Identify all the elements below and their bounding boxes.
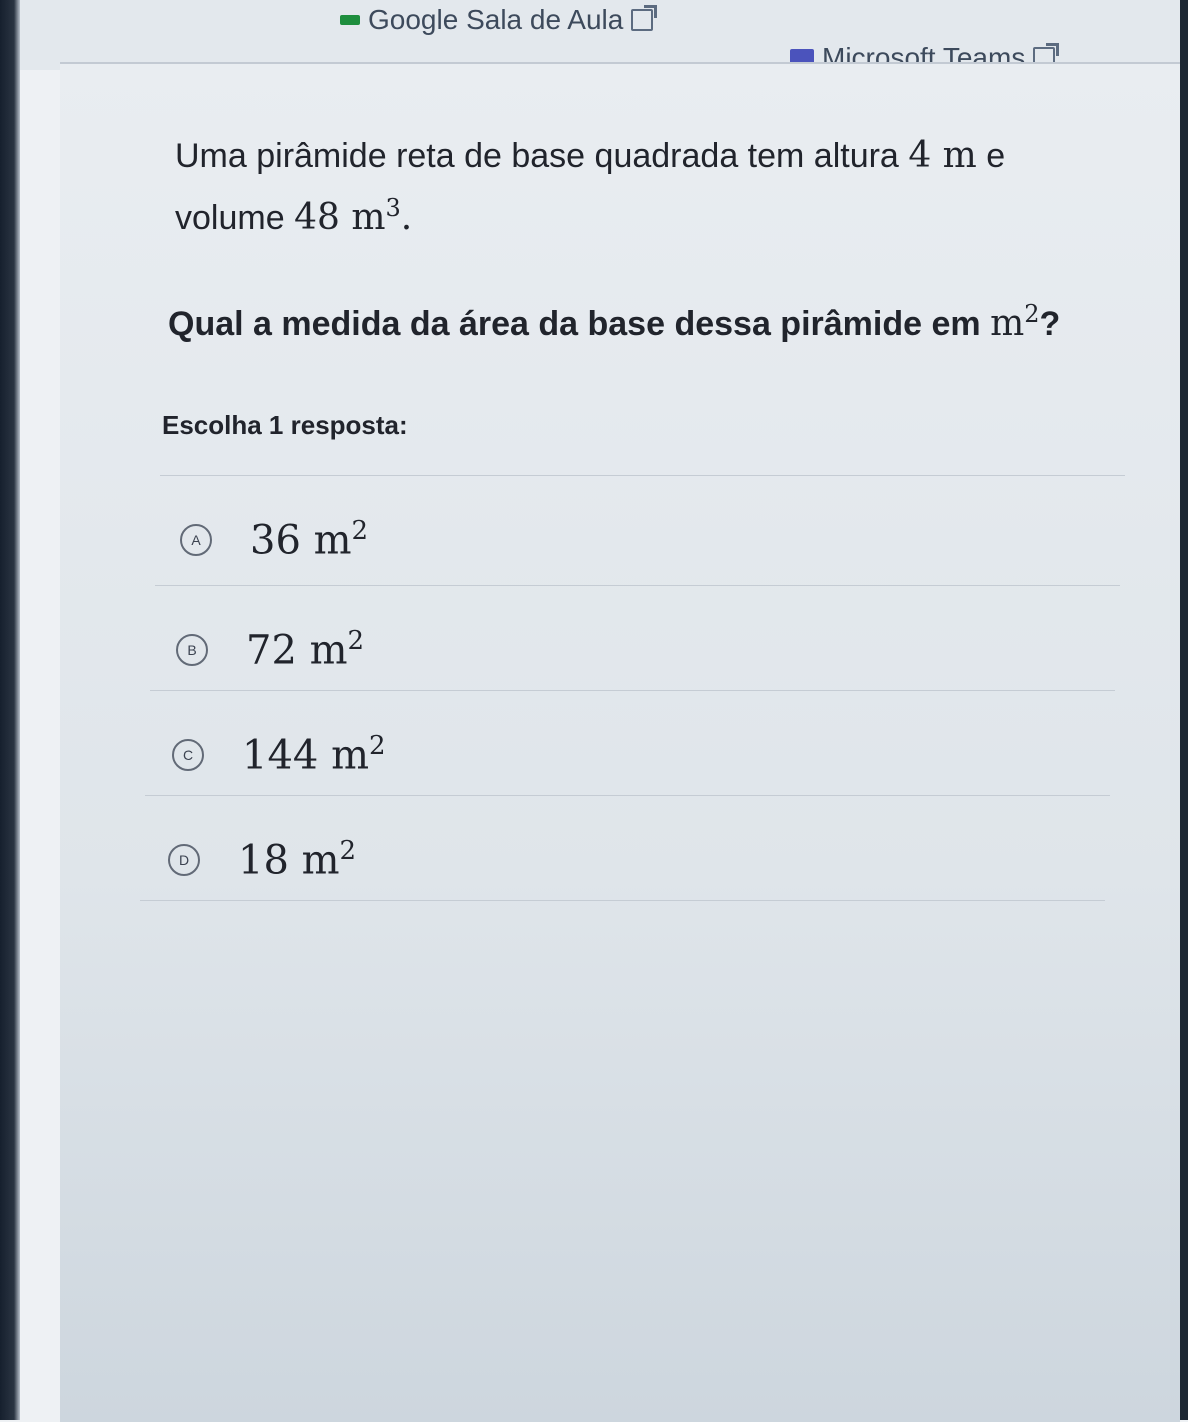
external-link-icon: [631, 5, 658, 31]
choice-d-value: 18 m2: [238, 836, 357, 884]
answer-instruction: Escolha 1 resposta:: [162, 410, 408, 440]
choice-d-radio[interactable]: D: [168, 844, 200, 876]
prompt-unit: m2: [990, 300, 1040, 344]
google-classroom-link[interactable]: Google Sala de Aula: [340, 4, 658, 36]
choice-c-radio[interactable]: C: [172, 739, 204, 771]
choice-a[interactable]: A 36 m2: [180, 500, 368, 580]
choice-divider: [150, 690, 1115, 691]
choice-c[interactable]: C 144 m2: [172, 715, 386, 795]
height-value: 4 m: [908, 135, 977, 176]
choice-b[interactable]: B 72 m2: [176, 610, 364, 690]
question-line1: Uma pirâmide reta de base quadrada tem a…: [175, 137, 899, 175]
question-prompt: Qual a medida da área da base dessa pirâ…: [168, 300, 1128, 344]
choice-divider: [155, 585, 1120, 586]
volume-value: 48 m3.: [294, 194, 413, 238]
question-conj: e: [986, 137, 1006, 175]
device-edge: [1180, 0, 1188, 1420]
question-line2: volume: [175, 199, 285, 237]
device-bezel: [0, 0, 20, 1420]
choice-a-radio[interactable]: A: [180, 524, 212, 556]
choice-b-radio[interactable]: B: [176, 634, 208, 666]
choice-divider: [140, 900, 1105, 901]
choice-a-value: 36 m2: [250, 516, 369, 564]
choice-c-value: 144 m2: [242, 731, 386, 779]
google-classroom-icon: [340, 15, 360, 25]
choice-divider: [160, 475, 1125, 476]
choice-b-value: 72 m2: [246, 626, 365, 674]
prompt-end: ?: [1039, 305, 1061, 343]
prompt-text: Qual a medida da área da base dessa pirâ…: [168, 305, 981, 343]
question-text: Uma pirâmide reta de base quadrada tem a…: [175, 130, 1135, 244]
choice-divider: [145, 795, 1110, 796]
google-classroom-label: Google Sala de Aula: [368, 4, 624, 35]
choice-d[interactable]: D 18 m2: [168, 820, 356, 900]
